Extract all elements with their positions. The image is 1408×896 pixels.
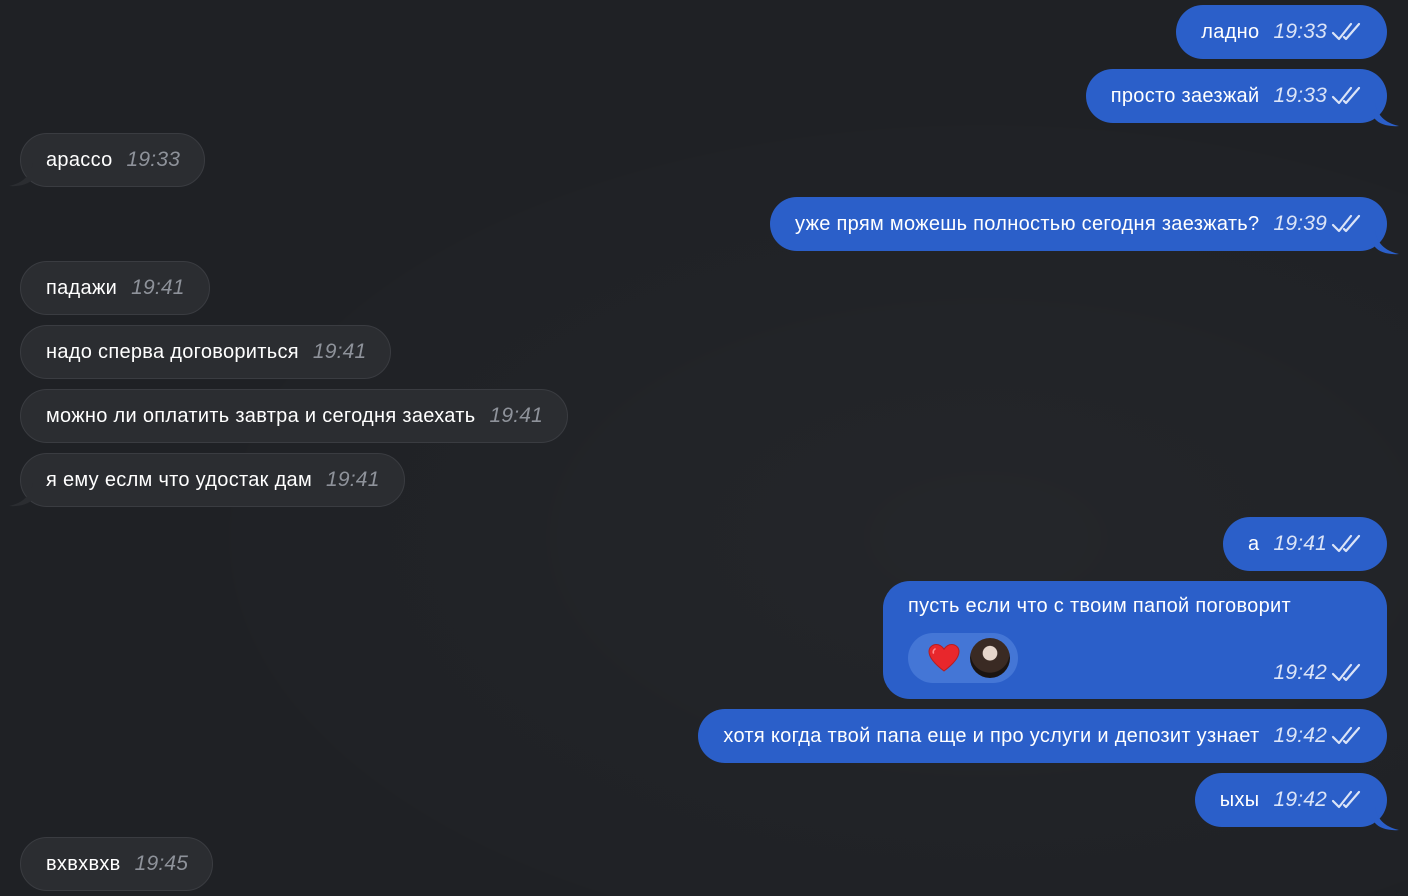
message-text: хотя когда твой папа еще и про услуги и … [723,724,1260,747]
message-outgoing[interactable]: просто заезжай 19:33 [1085,69,1387,123]
heart-icon [928,643,960,672]
message-outgoing[interactable]: пусть если что с твоим папой поговорит 1… [883,581,1387,699]
double-check-icon [1331,21,1363,43]
double-check-icon [1331,85,1363,107]
message-incoming[interactable]: я ему еслм что удостак дам 19:41 [20,453,405,507]
bubble-tail [9,483,33,507]
message-time: 19:42 [1273,661,1327,684]
message-text: можно ли оплатить завтра и сегодня заеха… [46,404,476,427]
message-outgoing[interactable]: а 19:41 [1223,517,1387,571]
message-text: уже прям можешь полностью сегодня заезжа… [795,212,1260,235]
double-check-icon [1331,725,1363,747]
message-time: 19:33 [1273,20,1327,43]
double-check-icon [1331,662,1363,684]
message-text: а [1248,532,1260,555]
chat-history: ладно 19:33 просто заезжай 19:33 арассо … [0,0,1408,896]
message-text: падажи [46,276,118,299]
message-time: 19:41 [312,340,367,363]
message-time: 19:33 [1273,84,1327,107]
bubble-tail [1375,231,1399,255]
message-time: 19:41 [326,468,380,491]
message-time: 19:42 [1273,788,1327,811]
message-outgoing[interactable]: уже прям можешь полностью сегодня заезжа… [770,197,1387,251]
double-check-icon [1331,533,1363,555]
message-text: просто заезжай [1110,84,1260,107]
message-time: 19:33 [126,148,181,171]
message-outgoing[interactable]: ладно 19:33 [1176,5,1387,59]
message-text: я ему еслм что удостак дам [46,468,313,491]
message-outgoing[interactable]: хотя когда твой папа еще и про услуги и … [698,709,1387,763]
reaction-pill[interactable] [908,633,1018,683]
message-time: 19:41 [1273,532,1327,555]
message-time: 19:41 [131,276,185,299]
message-outgoing[interactable]: ыхы 19:42 [1194,773,1387,827]
bubble-tail [1375,103,1399,127]
double-check-icon [1331,213,1363,235]
message-text: надо сперва договориться [46,340,299,363]
message-incoming[interactable]: надо сперва договориться 19:41 [20,325,392,379]
message-incoming[interactable]: арассо 19:33 [20,133,206,187]
bubble-tail [1375,807,1399,831]
message-text: арассо [46,148,113,171]
message-incoming[interactable]: падажи 19:41 [20,261,210,315]
message-text: ладно [1201,20,1260,43]
message-time: 19:41 [489,404,544,427]
bubble-tail [9,163,33,187]
message-text: пусть если что с твоим папой поговорит [908,595,1291,617]
double-check-icon [1331,789,1363,811]
message-text: ыхы [1219,788,1260,811]
message-time: 19:39 [1273,212,1327,235]
message-time: 19:42 [1273,724,1327,747]
message-incoming[interactable]: вхвхвхв 19:45 [20,837,214,891]
message-time: 19:45 [134,852,189,875]
message-incoming[interactable]: можно ли оплатить завтра и сегодня заеха… [20,389,569,443]
message-text: вхвхвхв [46,852,121,875]
reactor-avatar[interactable] [970,638,1010,678]
